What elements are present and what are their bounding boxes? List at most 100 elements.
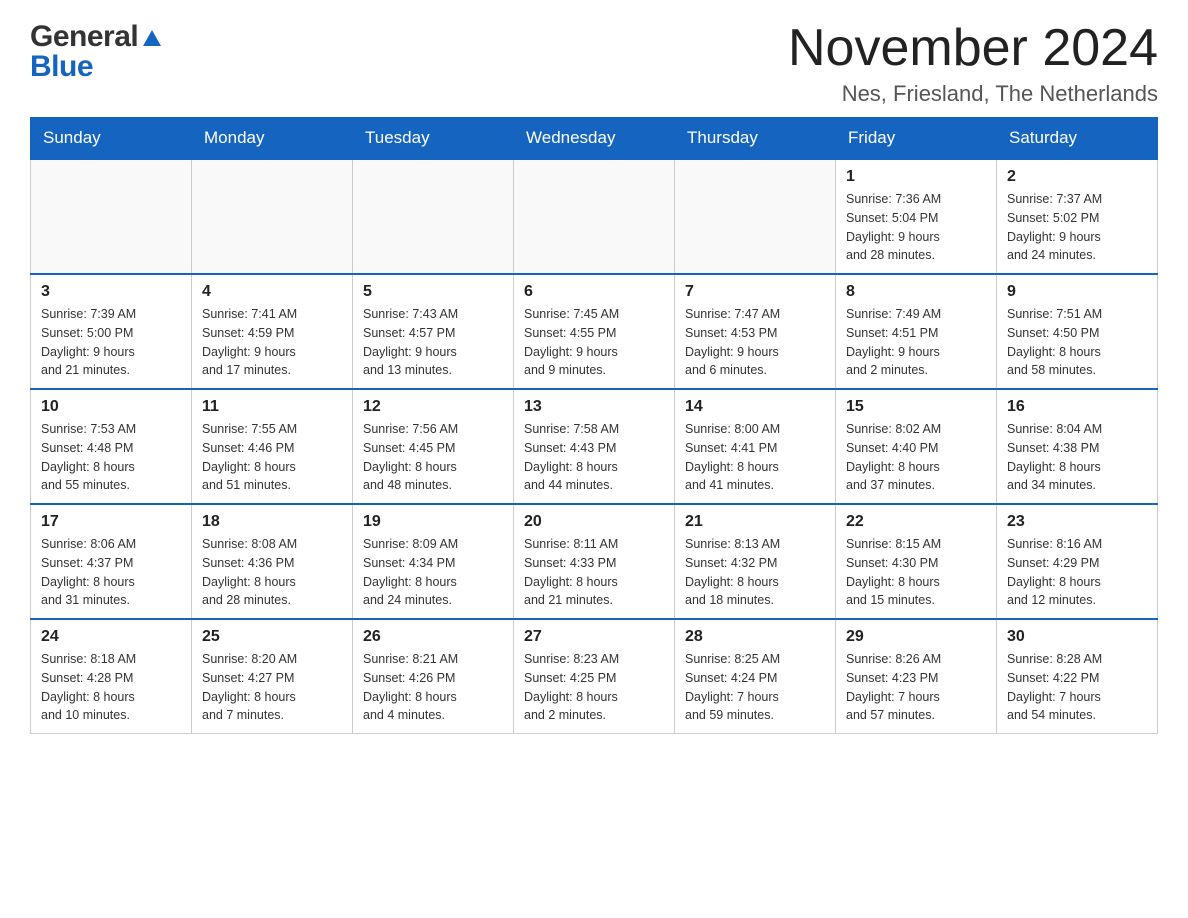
day-info: Sunrise: 7:53 AMSunset: 4:48 PMDaylight:… (41, 420, 181, 495)
header-monday: Monday (192, 118, 353, 160)
calendar-cell: 1 Sunrise: 7:36 AMSunset: 5:04 PMDaylight… (836, 159, 997, 274)
day-info: Sunrise: 8:25 AMSunset: 4:24 PMDaylight:… (685, 650, 825, 725)
calendar-cell: 23 Sunrise: 8:16 AMSunset: 4:29 PMDayligh… (997, 504, 1158, 619)
calendar-cell: 24 Sunrise: 8:18 AMSunset: 4:28 PMDayligh… (31, 619, 192, 734)
day-number: 26 (363, 628, 503, 646)
calendar-cell: 14 Sunrise: 8:00 AMSunset: 4:41 PMDayligh… (675, 389, 836, 504)
day-number: 21 (685, 513, 825, 531)
day-number: 29 (846, 628, 986, 646)
calendar-cell: 27Sunrise: 8:23 AMSunset: 4:25 PMDayligh… (514, 619, 675, 734)
day-info: Sunrise: 7:41 AMSunset: 4:59 PMDaylight:… (202, 305, 342, 380)
day-number: 22 (846, 513, 986, 531)
header-friday: Friday (836, 118, 997, 160)
day-number: 2 (1007, 168, 1147, 186)
calendar-cell (31, 159, 192, 274)
month-title: November 2024 (788, 20, 1158, 77)
calendar-cell: 29 Sunrise: 8:26 AMSunset: 4:23 PMDayligh… (836, 619, 997, 734)
day-info: Sunrise: 7:43 AMSunset: 4:57 PMDaylight:… (363, 305, 503, 380)
calendar-cell: 4 Sunrise: 7:41 AMSunset: 4:59 PMDaylight… (192, 274, 353, 389)
day-number: 12 (363, 398, 503, 416)
day-number: 24 (41, 628, 181, 646)
day-info: Sunrise: 8:18 AMSunset: 4:28 PMDaylight:… (41, 650, 181, 725)
day-number: 30 (1007, 628, 1147, 646)
day-number: 10 (41, 398, 181, 416)
calendar-cell (675, 159, 836, 274)
week-row-1: 1 Sunrise: 7:36 AMSunset: 5:04 PMDaylight… (31, 159, 1158, 274)
day-number: 9 (1007, 283, 1147, 301)
day-number: 25 (202, 628, 342, 646)
calendar-cell: 16Sunrise: 8:04 AMSunset: 4:38 PMDayligh… (997, 389, 1158, 504)
logo-blue-text: Blue (30, 50, 93, 84)
day-number: 3 (41, 283, 181, 301)
calendar-cell: 5Sunrise: 7:43 AMSunset: 4:57 PMDaylight… (353, 274, 514, 389)
header-thursday: Thursday (675, 118, 836, 160)
logo: General Blue (30, 20, 163, 84)
day-number: 27 (524, 628, 664, 646)
week-row-5: 24 Sunrise: 8:18 AMSunset: 4:28 PMDayligh… (31, 619, 1158, 734)
day-info: Sunrise: 8:13 AMSunset: 4:32 PMDaylight:… (685, 535, 825, 610)
day-info: Sunrise: 8:20 AMSunset: 4:27 PMDaylight:… (202, 650, 342, 725)
day-info: Sunrise: 8:06 AMSunset: 4:37 PMDaylight:… (41, 535, 181, 610)
calendar-cell (514, 159, 675, 274)
calendar-cell: 17 Sunrise: 8:06 AMSunset: 4:37 PMDayligh… (31, 504, 192, 619)
day-info: Sunrise: 8:02 AMSunset: 4:40 PMDaylight:… (846, 420, 986, 495)
day-info: Sunrise: 8:28 AMSunset: 4:22 PMDaylight:… (1007, 650, 1147, 725)
day-info: Sunrise: 7:49 AMSunset: 4:51 PMDaylight:… (846, 305, 986, 380)
title-block: November 2024 Nes, Friesland, The Nether… (788, 20, 1158, 107)
calendar-cell: 3 Sunrise: 7:39 AMSunset: 5:00 PMDaylight… (31, 274, 192, 389)
day-info: Sunrise: 8:04 AMSunset: 4:38 PMDaylight:… (1007, 420, 1147, 495)
calendar-cell: 11 Sunrise: 7:55 AMSunset: 4:46 PMDayligh… (192, 389, 353, 504)
header-tuesday: Tuesday (353, 118, 514, 160)
calendar-cell: 8 Sunrise: 7:49 AMSunset: 4:51 PMDaylight… (836, 274, 997, 389)
day-number: 1 (846, 168, 986, 186)
calendar-cell: 21 Sunrise: 8:13 AMSunset: 4:32 PMDayligh… (675, 504, 836, 619)
day-info: Sunrise: 8:21 AMSunset: 4:26 PMDaylight:… (363, 650, 503, 725)
calendar-cell: 22 Sunrise: 8:15 AMSunset: 4:30 PMDayligh… (836, 504, 997, 619)
calendar-cell: 12 Sunrise: 7:56 AMSunset: 4:45 PMDayligh… (353, 389, 514, 504)
day-info: Sunrise: 8:26 AMSunset: 4:23 PMDaylight:… (846, 650, 986, 725)
day-number: 14 (685, 398, 825, 416)
calendar-cell: 30 Sunrise: 8:28 AMSunset: 4:22 PMDayligh… (997, 619, 1158, 734)
week-row-3: 10 Sunrise: 7:53 AMSunset: 4:48 PMDayligh… (31, 389, 1158, 504)
day-info: Sunrise: 8:00 AMSunset: 4:41 PMDaylight:… (685, 420, 825, 495)
calendar-cell: 19 Sunrise: 8:09 AMSunset: 4:34 PMDayligh… (353, 504, 514, 619)
day-info: Sunrise: 7:39 AMSunset: 5:00 PMDaylight:… (41, 305, 181, 380)
day-info: Sunrise: 7:36 AMSunset: 5:04 PMDaylight:… (846, 190, 986, 265)
day-info: Sunrise: 8:11 AMSunset: 4:33 PMDaylight:… (524, 535, 664, 610)
calendar-cell: 9 Sunrise: 7:51 AMSunset: 4:50 PMDaylight… (997, 274, 1158, 389)
day-info: Sunrise: 7:47 AMSunset: 4:53 PMDaylight:… (685, 305, 825, 380)
calendar-cell: 26 Sunrise: 8:21 AMSunset: 4:26 PMDayligh… (353, 619, 514, 734)
day-number: 19 (363, 513, 503, 531)
day-info: Sunrise: 8:08 AMSunset: 4:36 PMDaylight:… (202, 535, 342, 610)
day-info: Sunrise: 8:16 AMSunset: 4:29 PMDaylight:… (1007, 535, 1147, 610)
day-info: Sunrise: 7:51 AMSunset: 4:50 PMDaylight:… (1007, 305, 1147, 380)
day-info: Sunrise: 8:09 AMSunset: 4:34 PMDaylight:… (363, 535, 503, 610)
day-number: 4 (202, 283, 342, 301)
day-info: Sunrise: 7:56 AMSunset: 4:45 PMDaylight:… (363, 420, 503, 495)
day-number: 23 (1007, 513, 1147, 531)
page-header: General Blue November 2024 Nes, Frieslan… (30, 20, 1158, 107)
calendar-cell: 7Sunrise: 7:47 AMSunset: 4:53 PMDaylight… (675, 274, 836, 389)
day-info: Sunrise: 8:15 AMSunset: 4:30 PMDaylight:… (846, 535, 986, 610)
day-info: Sunrise: 7:55 AMSunset: 4:46 PMDaylight:… (202, 420, 342, 495)
calendar-cell: 10 Sunrise: 7:53 AMSunset: 4:48 PMDayligh… (31, 389, 192, 504)
day-number: 17 (41, 513, 181, 531)
day-number: 6 (524, 283, 664, 301)
calendar-cell: 28Sunrise: 8:25 AMSunset: 4:24 PMDayligh… (675, 619, 836, 734)
week-row-2: 3 Sunrise: 7:39 AMSunset: 5:00 PMDaylight… (31, 274, 1158, 389)
day-number: 11 (202, 398, 342, 416)
header-wednesday: Wednesday (514, 118, 675, 160)
calendar-cell: 15Sunrise: 8:02 AMSunset: 4:40 PMDayligh… (836, 389, 997, 504)
day-info: Sunrise: 7:45 AMSunset: 4:55 PMDaylight:… (524, 305, 664, 380)
calendar-cell: 20 Sunrise: 8:11 AMSunset: 4:33 PMDayligh… (514, 504, 675, 619)
day-number: 8 (846, 283, 986, 301)
logo-triangle-icon (141, 26, 163, 53)
header-sunday: Sunday (31, 118, 192, 160)
logo-general-text: General (30, 20, 138, 54)
day-number: 20 (524, 513, 664, 531)
header-saturday: Saturday (997, 118, 1158, 160)
calendar-cell: 18Sunrise: 8:08 AMSunset: 4:36 PMDayligh… (192, 504, 353, 619)
calendar-table: Sunday Monday Tuesday Wednesday Thursday… (30, 117, 1158, 734)
weekday-header-row: Sunday Monday Tuesday Wednesday Thursday… (31, 118, 1158, 160)
calendar-cell: 25 Sunrise: 8:20 AMSunset: 4:27 PMDayligh… (192, 619, 353, 734)
